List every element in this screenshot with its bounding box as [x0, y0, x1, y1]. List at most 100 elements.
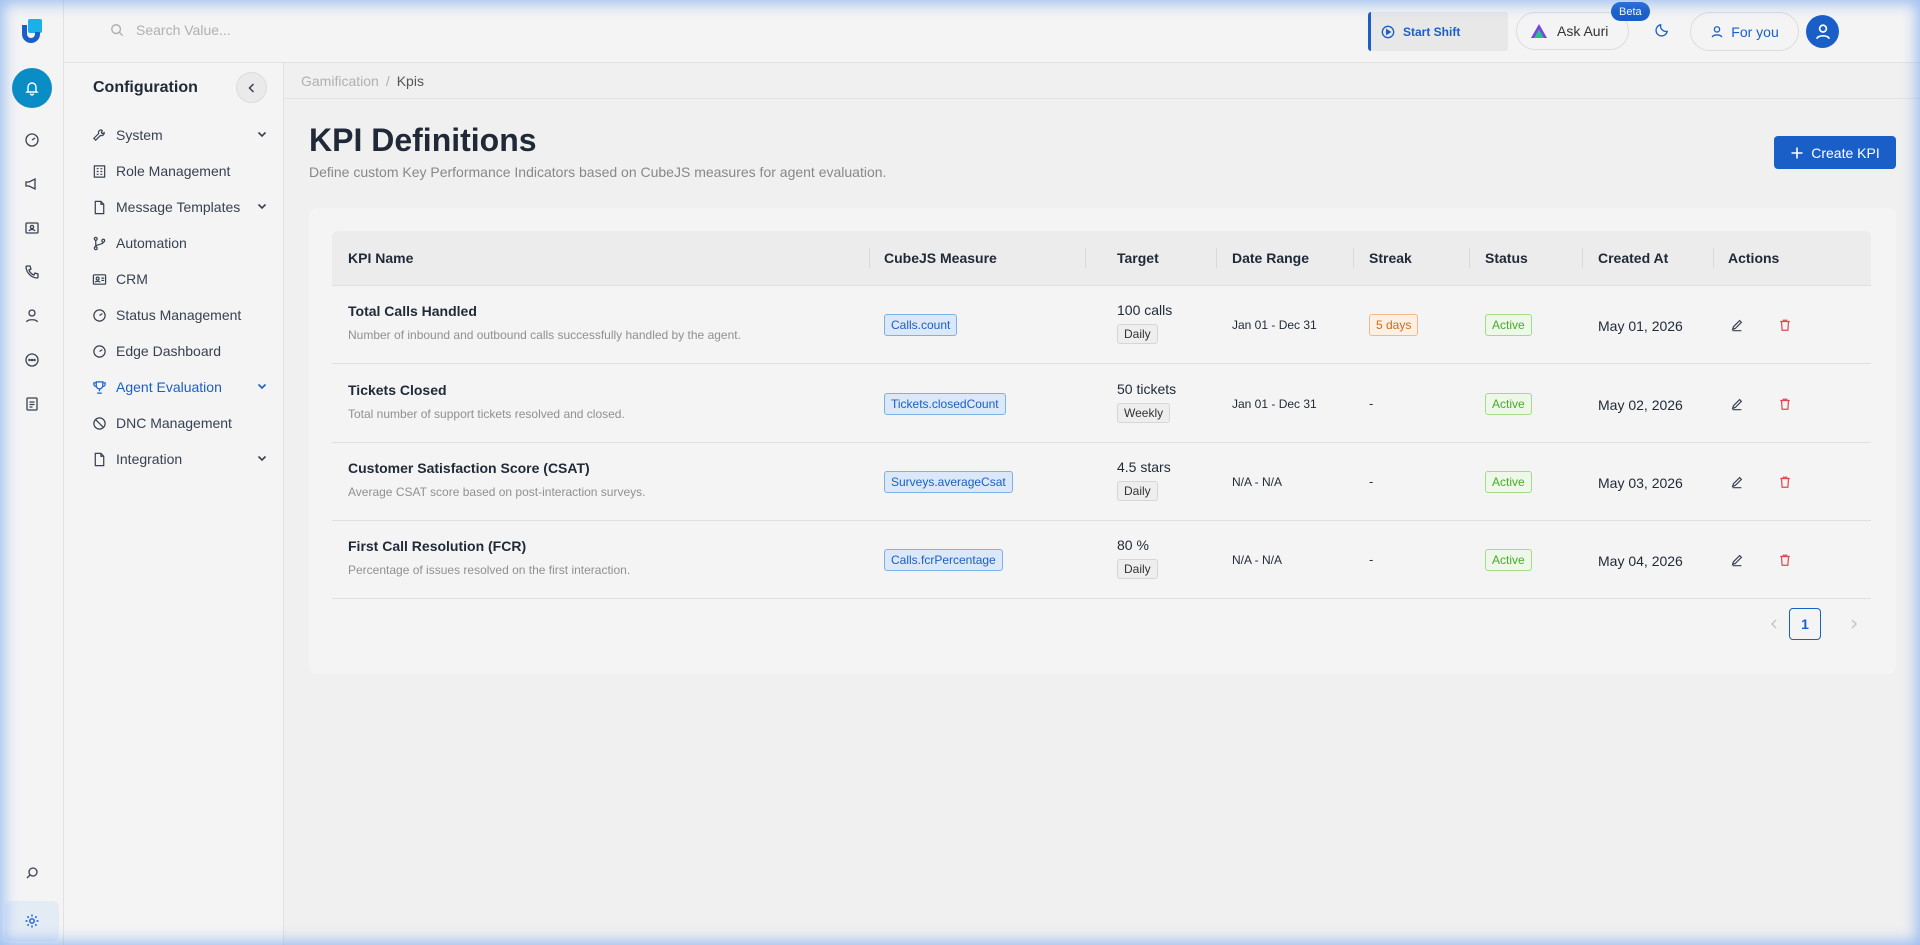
sidebar-item-label: Automation [116, 235, 187, 251]
trophy-icon [93, 380, 106, 394]
breadcrumb-gamification[interactable]: Gamification [301, 73, 379, 89]
kpi-name: Customer Satisfaction Score (CSAT) [348, 460, 590, 476]
date-range: Jan 01 - Dec 31 [1232, 397, 1317, 411]
column-divider [869, 248, 870, 268]
chevron-down-icon [257, 455, 267, 462]
table-row[interactable]: Tickets Closed Total number of support t… [332, 365, 1871, 443]
block-icon [93, 416, 106, 430]
period-tag: Daily [1117, 481, 1158, 501]
column-header[interactable]: Status [1485, 250, 1528, 266]
page-title: KPI Definitions [309, 122, 537, 158]
column-divider [1713, 248, 1714, 268]
avatar[interactable] [1806, 15, 1839, 48]
search-input[interactable] [136, 22, 436, 38]
sidebar-item-crm[interactable]: CRM [92, 261, 268, 297]
sidebar-item-dnc-management[interactable]: DNC Management [92, 405, 268, 441]
column-header[interactable]: KPI Name [348, 250, 413, 266]
ask-auri-button[interactable]: Ask Auri [1516, 12, 1629, 50]
column-header[interactable]: Streak [1369, 250, 1412, 266]
kpi-name: First Call Resolution (FCR) [348, 538, 527, 554]
id-card-icon[interactable] [12, 208, 52, 248]
period-tag: Weekly [1117, 403, 1171, 423]
plus-icon [1791, 147, 1803, 158]
trash-icon [1780, 554, 1790, 566]
delete-button[interactable] [1776, 395, 1794, 413]
kpi-description: Number of inbound and outbound calls suc… [348, 328, 741, 342]
sidebar-item-automation[interactable]: Automation [92, 225, 268, 261]
for-you-button[interactable]: For you [1690, 12, 1799, 51]
kpi-description: Percentage of issues resolved on the fir… [348, 563, 631, 577]
phone-icon[interactable] [12, 252, 52, 292]
chat-icon[interactable] [12, 340, 52, 380]
create-kpi-button[interactable]: Create KPI [1774, 136, 1896, 169]
sidebar-item-label: Status Management [116, 307, 242, 323]
delete-button[interactable] [1776, 316, 1794, 334]
sidebar-item-system[interactable]: System [92, 117, 268, 153]
table-row[interactable]: First Call Resolution (FCR) Percentage o… [332, 521, 1871, 599]
page-subtitle: Define custom Key Performance Indicators… [309, 164, 887, 180]
breadcrumb-separator: / [385, 72, 390, 89]
user-icon [1711, 25, 1723, 38]
wrench-icon [93, 128, 105, 141]
measure-tag: Surveys.averageCsat [884, 471, 1013, 493]
sidebar-item-label: Message Templates [116, 199, 241, 215]
kpi-name: Total Calls Handled [348, 303, 477, 319]
date-range: Jan 01 - Dec 31 [1232, 318, 1317, 332]
column-header[interactable]: Target [1117, 250, 1159, 266]
streak-value: - [1369, 552, 1374, 567]
config-sidebar: Configuration System Role Management Mes… [64, 63, 284, 945]
delete-button[interactable] [1776, 473, 1794, 491]
measure-tag: Calls.fcrPercentage [884, 549, 1003, 571]
status-badge: Active [1485, 393, 1532, 415]
trash-icon [1780, 398, 1790, 410]
play-circle-icon [1381, 25, 1395, 38]
sidebar-item-edge-dashboard[interactable]: Edge Dashboard [92, 333, 268, 369]
moon-icon[interactable] [1655, 22, 1670, 37]
created-at: May 04, 2026 [1598, 553, 1683, 569]
previous-page-button[interactable] [1756, 606, 1792, 642]
measure-tag: Tickets.closedCount [884, 393, 1006, 415]
dashboard-icon[interactable] [12, 120, 52, 160]
table-row[interactable]: Total Calls Handled Number of inbound an… [332, 286, 1871, 364]
column-header[interactable]: Date Range [1232, 250, 1309, 266]
sidebar-item-role-management[interactable]: Role Management [92, 153, 268, 189]
sidebar-item-integration[interactable]: Integration [92, 441, 268, 477]
sidebar-item-status-management[interactable]: Status Management [92, 297, 268, 333]
delete-button[interactable] [1776, 551, 1794, 569]
target-value: 4.5 stars [1117, 459, 1171, 475]
streak-value: - [1369, 474, 1374, 489]
gauge-icon [93, 308, 106, 322]
breadcrumb-kpis: Kpis [396, 72, 424, 89]
column-divider [1216, 248, 1217, 268]
table-row[interactable]: Customer Satisfaction Score (CSAT) Avera… [332, 443, 1871, 521]
icon-rail [0, 0, 64, 945]
logo-icon[interactable] [18, 16, 46, 44]
gear-icon[interactable] [5, 901, 59, 941]
target-value: 80 % [1117, 537, 1149, 553]
search-box[interactable] [110, 22, 436, 38]
search-settings-icon[interactable] [12, 853, 52, 893]
sidebar-item-label: Agent Evaluation [116, 379, 222, 395]
sidebar-item-agent-evaluation[interactable]: Agent Evaluation [92, 369, 268, 405]
bell-icon[interactable] [11, 68, 52, 108]
user-icon[interactable] [12, 296, 52, 336]
megaphone-icon[interactable] [12, 164, 52, 204]
date-range: N/A - N/A [1232, 475, 1283, 489]
edit-button[interactable] [1728, 473, 1746, 491]
status-badge: Active [1485, 314, 1532, 336]
next-page-button[interactable] [1836, 606, 1872, 642]
sidebar-item-message-templates[interactable]: Message Templates [92, 189, 268, 225]
column-header[interactable]: CubeJS Measure [884, 250, 997, 266]
created-at: May 03, 2026 [1598, 475, 1683, 491]
column-header[interactable]: Created At [1598, 250, 1668, 266]
start-shift-button[interactable]: Start Shift [1368, 12, 1508, 51]
status-badge: Active [1485, 471, 1532, 493]
report-icon[interactable] [12, 384, 52, 424]
collapse-sidebar-button[interactable] [236, 72, 267, 103]
edit-button[interactable] [1728, 551, 1746, 569]
edit-button[interactable] [1728, 316, 1746, 334]
page-number-button[interactable]: 1 [1789, 608, 1821, 640]
created-at: May 02, 2026 [1598, 397, 1683, 413]
edit-icon [1731, 476, 1743, 489]
edit-button[interactable] [1728, 395, 1746, 413]
